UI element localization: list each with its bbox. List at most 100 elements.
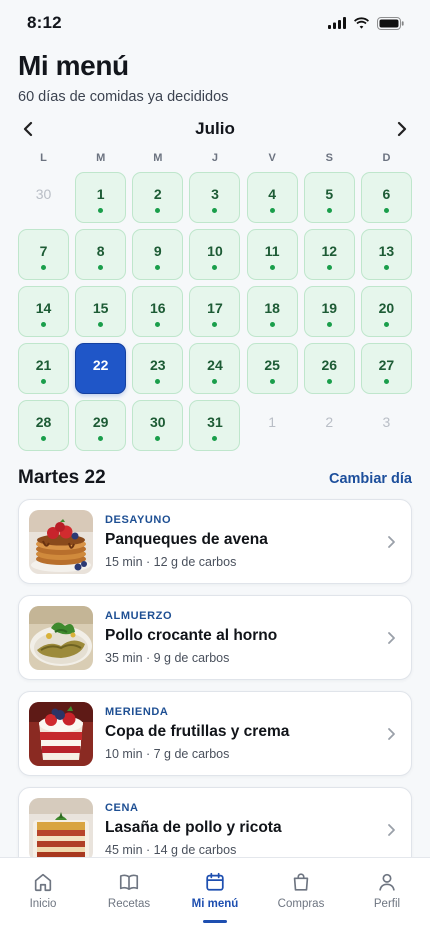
- chevron-right-icon: [397, 121, 407, 137]
- calendar-day[interactable]: 16: [132, 286, 184, 337]
- calendar-day[interactable]: 29: [75, 400, 127, 451]
- calendar-day[interactable]: 6: [360, 172, 412, 223]
- next-month-button[interactable]: [388, 114, 416, 144]
- calendar-day-number: 27: [378, 356, 395, 373]
- meal-planned-dot: [326, 264, 332, 270]
- calendar-day[interactable]: 7: [18, 229, 69, 280]
- calendar-day-number: 7: [39, 242, 48, 259]
- calendar-day[interactable]: 17: [189, 286, 241, 337]
- weekday-label: V: [268, 152, 276, 164]
- calendar-day-number: 17: [207, 299, 223, 316]
- meal-type-label: DESAYUNO: [105, 514, 172, 526]
- person-icon: [379, 873, 395, 891]
- calendar-day[interactable]: 9: [132, 229, 184, 280]
- calendar-day-number: 29: [92, 413, 109, 430]
- calendar-day[interactable]: 28: [18, 400, 69, 451]
- nav-item-perfil[interactable]: Perfil: [347, 871, 427, 930]
- calendar-day[interactable]: 5: [303, 172, 355, 223]
- calendar-day-number: 4: [268, 185, 277, 202]
- calendar-day[interactable]: 27: [360, 343, 412, 394]
- meal-card-snack[interactable]: MERIENDA Copa de frutillas y crema 10 mi…: [18, 691, 412, 776]
- meal-info: ALMUERZO Pollo crocante al horno 35 min …: [105, 610, 385, 665]
- nav-item-compras[interactable]: Compras: [261, 871, 341, 930]
- calendar-day[interactable]: 18: [246, 286, 298, 337]
- chevron-right-icon: [388, 727, 395, 740]
- calendar-day[interactable]: 2: [132, 172, 184, 223]
- calendar-day[interactable]: 12: [303, 229, 355, 280]
- calendar-day-outside-month: 1: [247, 400, 298, 451]
- meal-name: Pollo crocante al horno: [105, 627, 278, 644]
- calendar-day[interactable]: 23: [132, 343, 184, 394]
- calendar-day-number: 6: [382, 185, 391, 202]
- status-bar: 8:12: [0, 0, 430, 46]
- meal-planned-dot: [155, 264, 161, 270]
- page-title: Mi menú: [18, 50, 129, 81]
- calendar-day[interactable]: 25: [246, 343, 298, 394]
- weekday-header-row: L M M J V S D: [18, 152, 412, 166]
- bottom-navigation: Inicio Recetas Mi menú Compras Perfil: [0, 857, 430, 930]
- calendar-day-number: 22: [92, 356, 109, 373]
- calendar-day[interactable]: 24: [189, 343, 241, 394]
- calendar-day[interactable]: 21: [18, 343, 69, 394]
- calendar-day-number: 1: [268, 413, 277, 430]
- calendar-grid: 30 1 2 3 4 5 6 7 8 9 10 11 12 13 14 15 16 17 18 19 20 21 22 23 2…: [18, 172, 412, 451]
- calendar-day[interactable]: 13: [360, 229, 412, 280]
- calendar-day[interactable]: 15: [75, 286, 127, 337]
- calendar-day-number: 2: [325, 413, 334, 430]
- calendar-day-number: 5: [325, 185, 334, 202]
- calendar-day[interactable]: 10: [189, 229, 241, 280]
- calendar-day-number: 19: [321, 299, 338, 316]
- weekday-label: L: [40, 152, 47, 164]
- status-icons: [328, 16, 404, 30]
- calendar-day-number: 23: [150, 356, 166, 373]
- weekday-label: D: [382, 152, 391, 164]
- calendar-day[interactable]: 4: [246, 172, 298, 223]
- calendar-day-number: 13: [378, 242, 395, 259]
- meal-planned-dot: [326, 207, 332, 213]
- meal-planned-dot: [98, 321, 104, 327]
- nav-item-mi-menu[interactable]: Mi menú: [175, 871, 255, 930]
- meal-meta: 15 min · 12 g de carbos: [105, 555, 237, 569]
- calendar-day[interactable]: 31: [189, 400, 241, 451]
- nav-item-recetas[interactable]: Recetas: [89, 871, 169, 930]
- meal-card-breakfast[interactable]: DESAYUNO Panqueques de avena 15 min · 12…: [18, 499, 412, 584]
- calendar-day[interactable]: 14: [18, 286, 69, 337]
- meal-planned-dot: [155, 435, 161, 441]
- meal-planned-dot: [41, 378, 46, 384]
- wifi-icon: [354, 17, 369, 29]
- calendar-day[interactable]: 11: [246, 229, 298, 280]
- calendar-day-number: 14: [35, 299, 52, 316]
- meal-type-label: CENA: [105, 802, 139, 814]
- calendar-day[interactable]: 19: [303, 286, 355, 337]
- meal-type-label: MERIENDA: [105, 706, 169, 718]
- nav-label: Perfil: [373, 898, 401, 910]
- calendar-day[interactable]: 3: [189, 172, 241, 223]
- weekday-label: J: [211, 152, 219, 164]
- weekday-label: M: [153, 152, 163, 164]
- meal-info: MERIENDA Copa de frutillas y crema 10 mi…: [105, 706, 385, 761]
- calendar-day-number: 30: [150, 413, 166, 430]
- calendar-day[interactable]: 1: [75, 172, 127, 223]
- battery-icon: [377, 16, 404, 30]
- calendar-day-number: 15: [92, 299, 109, 316]
- change-day-link[interactable]: Cambiar día: [329, 471, 412, 487]
- active-tab-indicator: [203, 920, 227, 923]
- nav-item-inicio[interactable]: Inicio: [3, 871, 83, 930]
- meal-planned-dot: [155, 321, 161, 327]
- meal-planned-dot: [269, 264, 275, 270]
- meal-planned-dot: [98, 207, 104, 213]
- calendar-day[interactable]: 20: [360, 286, 412, 337]
- previous-month-button[interactable]: [14, 114, 42, 144]
- calendar-day-selected[interactable]: 22: [75, 343, 127, 394]
- calendar-day-number: 20: [378, 299, 395, 316]
- calendar-day[interactable]: 8: [75, 229, 127, 280]
- calendar-day-number: 12: [321, 242, 338, 259]
- meal-card-lunch[interactable]: ALMUERZO Pollo crocante al horno 35 min …: [18, 595, 412, 680]
- calendar-day[interactable]: 30: [132, 400, 184, 451]
- chevron-right-icon: [388, 631, 395, 644]
- calendar-day-number: 28: [35, 413, 52, 430]
- calendar-day[interactable]: 26: [303, 343, 355, 394]
- calendar-day-number: 30: [35, 185, 52, 202]
- meal-planned-dot: [155, 207, 161, 213]
- meal-planned-dot: [269, 207, 275, 213]
